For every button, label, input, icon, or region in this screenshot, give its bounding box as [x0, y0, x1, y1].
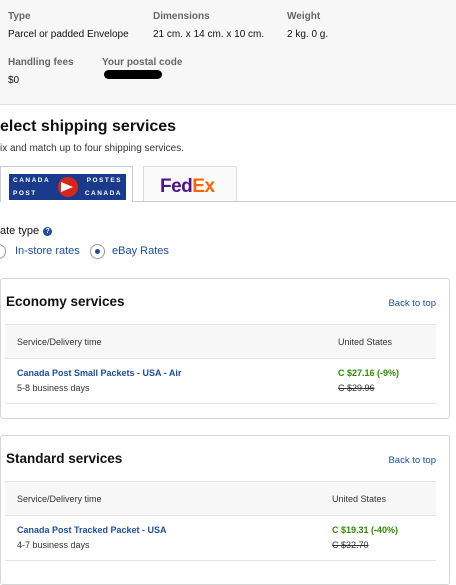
- column-header-service: Service/Delivery time: [17, 494, 102, 504]
- original-price: C $32.70: [332, 540, 369, 550]
- radio-in-store-label[interactable]: In-store rates: [15, 245, 80, 257]
- table-header: Service/Delivery time United States: [5, 324, 436, 359]
- section-subtitle: ix and match up to four shipping service…: [0, 143, 184, 154]
- dimensions-label: Dimensions: [153, 11, 210, 22]
- weight-label: Weight: [287, 11, 321, 22]
- canada-post-logo-text: POST: [13, 190, 37, 197]
- column-header-destination: United States: [338, 337, 393, 347]
- table-row: Canada Post Small Packets - USA - Air 5-…: [5, 357, 436, 404]
- radio-ebay-rates[interactable]: eBay Rates: [90, 242, 169, 260]
- rate-type-text: ate type: [0, 225, 40, 237]
- table-row: Canada Post Tracked Packet - USA 4-7 bus…: [5, 514, 436, 561]
- delivery-time: 5-8 business days: [17, 383, 90, 393]
- standard-services-card: Standard services Back to top Service/De…: [0, 435, 450, 585]
- handling-fees-label: Handling fees: [8, 57, 74, 68]
- dimensions-value: 21 cm. x 14 cm. x 10 cm.: [153, 29, 265, 40]
- canada-post-emblem-icon: [57, 177, 78, 197]
- fedex-logo: FedEx: [160, 176, 215, 197]
- rate-type-label: ate type ?: [0, 225, 53, 237]
- help-icon[interactable]: ?: [43, 226, 53, 236]
- postal-code-redaction: [104, 70, 162, 79]
- radio-in-store-rates[interactable]: In-store rates: [0, 242, 80, 260]
- radio-ebay-label[interactable]: eBay Rates: [112, 245, 169, 257]
- tab-canada-post[interactable]: CANADA POST POSTES CANADA: [0, 166, 133, 202]
- weight-value: 2 kg. 0 g.: [287, 29, 329, 40]
- section-title: elect shipping services: [0, 118, 177, 135]
- service-name-link[interactable]: Canada Post Tracked Packet - USA: [17, 525, 167, 535]
- column-header-destination: United States: [332, 494, 387, 504]
- back-to-top-link[interactable]: Back to top: [388, 455, 436, 466]
- discounted-price: C $27.16 (-9%): [338, 368, 400, 378]
- package-summary: Type Parcel or padded Envelope Dimension…: [0, 0, 456, 105]
- original-price: C $29.96: [338, 383, 375, 393]
- table-header: Service/Delivery time United States: [5, 481, 436, 516]
- canada-post-logo-text: CANADA: [84, 190, 122, 197]
- economy-services-card: Economy services Back to top Service/Del…: [0, 278, 450, 419]
- type-value: Parcel or padded Envelope: [8, 29, 129, 40]
- service-name-link[interactable]: Canada Post Small Packets - USA - Air: [17, 368, 181, 378]
- tab-underline: [133, 201, 456, 202]
- handling-fees-value: $0: [8, 75, 20, 86]
- canada-post-logo-text: POSTES: [86, 177, 122, 184]
- postal-code-label: Your postal code: [102, 57, 183, 68]
- radio-button-icon[interactable]: [0, 243, 6, 259]
- type-label: Type: [8, 11, 31, 22]
- delivery-time: 4-7 business days: [17, 540, 90, 550]
- card-title: Standard services: [6, 451, 123, 466]
- discounted-price: C $19.31 (-40%): [332, 525, 399, 535]
- radio-selected-icon[interactable]: [90, 243, 105, 259]
- canada-post-logo: CANADA POST POSTES CANADA: [9, 174, 126, 200]
- tab-fedex[interactable]: FedEx: [143, 166, 237, 202]
- back-to-top-link[interactable]: Back to top: [388, 298, 436, 309]
- card-title: Economy services: [6, 294, 125, 309]
- column-header-service: Service/Delivery time: [17, 337, 102, 347]
- canada-post-logo-text: CANADA: [13, 177, 51, 184]
